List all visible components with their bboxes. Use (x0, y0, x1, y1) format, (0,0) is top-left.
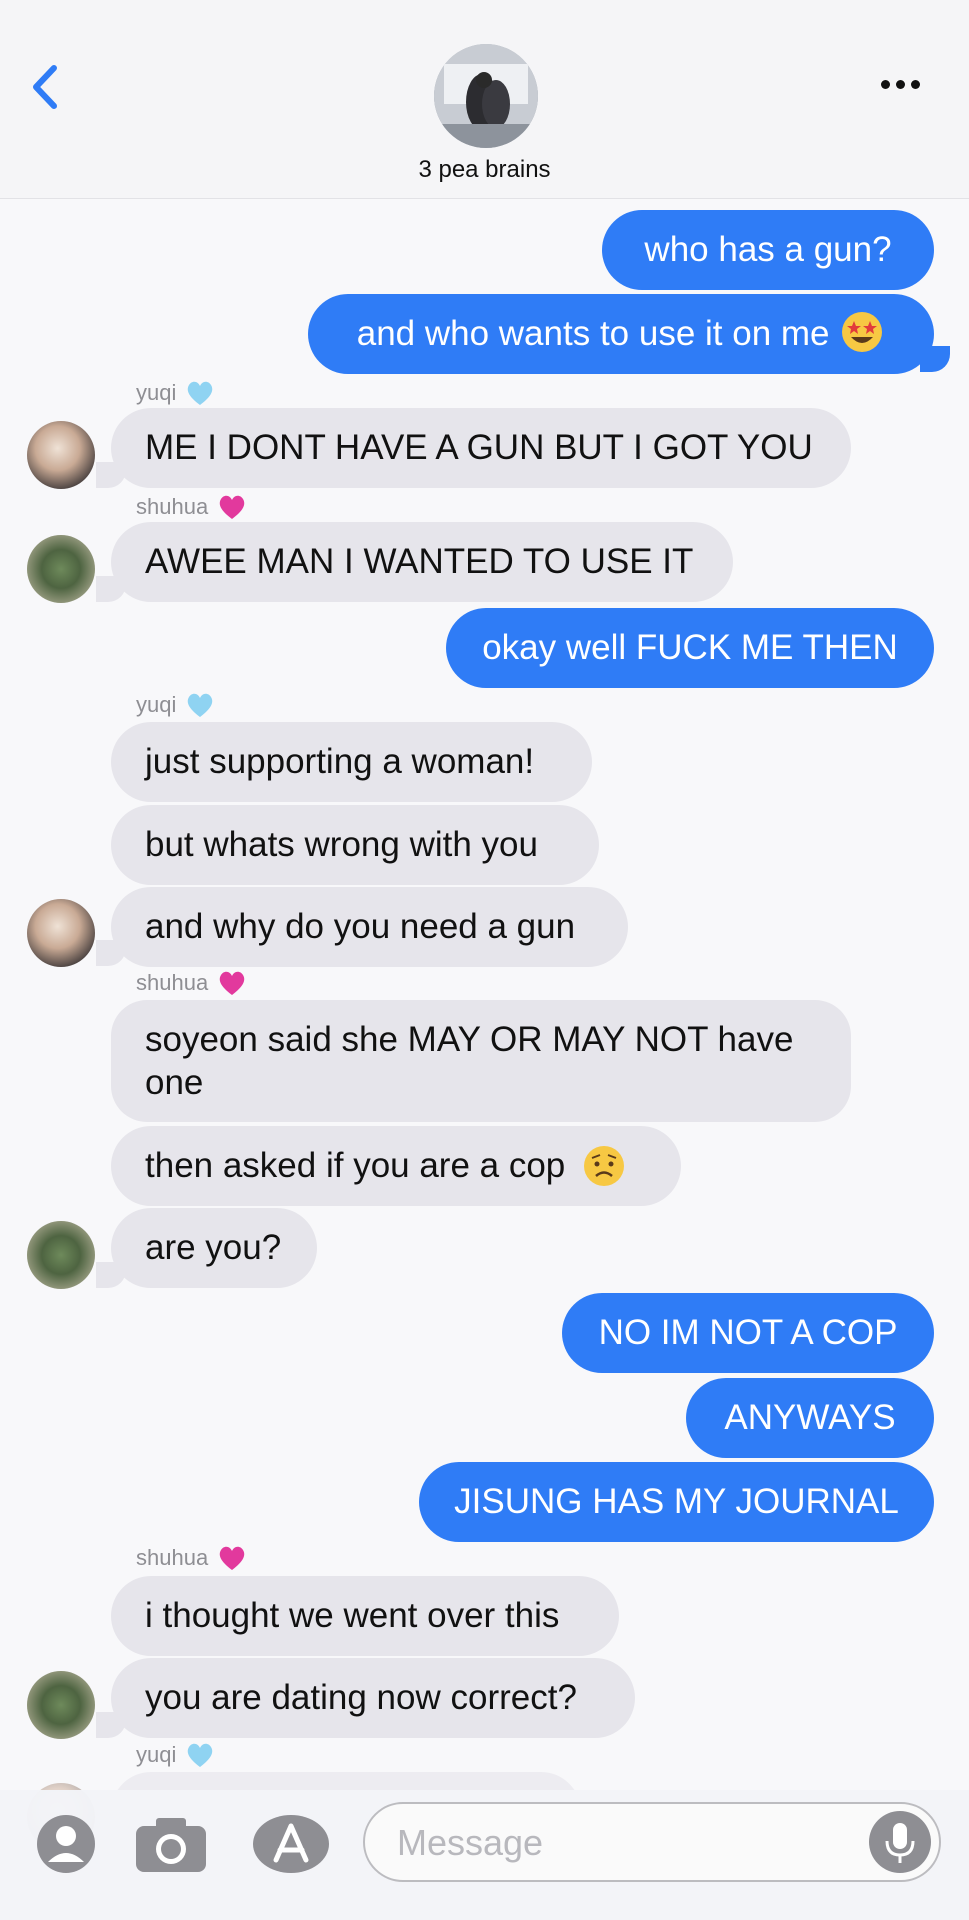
avatar-shuhua[interactable] (27, 1221, 95, 1289)
avatar-shuhua[interactable] (27, 1671, 95, 1739)
more-options-icon[interactable] (881, 74, 927, 94)
message-bubble-outgoing[interactable]: and who wants to use it on me (308, 294, 934, 374)
message-bubble-incoming[interactable]: then asked if you are a cop (111, 1126, 681, 1206)
sender-label: shuhua (136, 494, 246, 520)
group-avatar[interactable] (434, 44, 538, 148)
worried-face-emoji-icon (575, 1128, 627, 1208)
message-bubble-incoming[interactable]: AWEE MAN I WANTED TO USE IT (111, 522, 733, 602)
pink-heart-icon (218, 494, 246, 520)
message-input[interactable]: Message (363, 1802, 941, 1882)
message-bubble-incoming[interactable]: i thought we went over this (111, 1576, 619, 1656)
message-bubble-incoming[interactable]: soyeon said she MAY OR MAY NOT have one (111, 1000, 851, 1122)
message-bubble-outgoing[interactable]: who has a gun? (602, 210, 934, 290)
message-bubble-incoming[interactable]: just supporting a woman! (111, 722, 592, 802)
app-store-icon[interactable] (252, 1814, 330, 1879)
conversation-header: 3 pea brains (0, 0, 969, 199)
message-bubble-incoming[interactable]: are you? (111, 1208, 317, 1288)
message-bubble-outgoing[interactable]: ANYWAYS (686, 1378, 934, 1458)
pink-heart-icon (218, 970, 246, 996)
microphone-icon[interactable] (869, 1811, 931, 1873)
sender-label: shuhua (136, 1545, 246, 1571)
bubble-tail (920, 346, 950, 372)
avatar-shuhua[interactable] (27, 535, 95, 603)
group-name[interactable]: 3 pea brains (0, 156, 969, 184)
sender-label: yuqi (136, 692, 214, 718)
avatar-yuqi[interactable] (27, 421, 95, 489)
sender-label: yuqi (136, 1742, 214, 1768)
message-bubble-incoming[interactable]: you are dating now correct? (111, 1658, 635, 1738)
back-chevron-icon[interactable] (26, 62, 66, 112)
camera-icon[interactable] (134, 1814, 208, 1879)
message-bubble-incoming[interactable]: ME I DONT HAVE A GUN BUT I GOT YOU (111, 408, 851, 488)
message-bubble-outgoing[interactable]: JISUNG HAS MY JOURNAL (419, 1462, 934, 1542)
avatar-yuqi[interactable] (27, 899, 95, 967)
message-bubble-outgoing[interactable]: NO IM NOT A COP (562, 1293, 934, 1373)
message-bubble-incoming[interactable]: and why do you need a gun (111, 887, 628, 967)
message-bubble-incoming[interactable]: but whats wrong with you (111, 805, 599, 885)
sender-label: shuhua (136, 970, 246, 996)
light-blue-heart-icon (186, 692, 214, 718)
star-struck-emoji-icon (839, 296, 885, 376)
sender-label: yuqi (136, 380, 214, 406)
light-blue-heart-icon (186, 380, 214, 406)
message-placeholder: Message (397, 1822, 544, 1863)
message-bubble-outgoing[interactable]: okay well FUCK ME THEN (446, 608, 934, 688)
pink-heart-icon (218, 1545, 246, 1571)
contact-icon[interactable] (36, 1814, 96, 1879)
light-blue-heart-icon (186, 1742, 214, 1768)
